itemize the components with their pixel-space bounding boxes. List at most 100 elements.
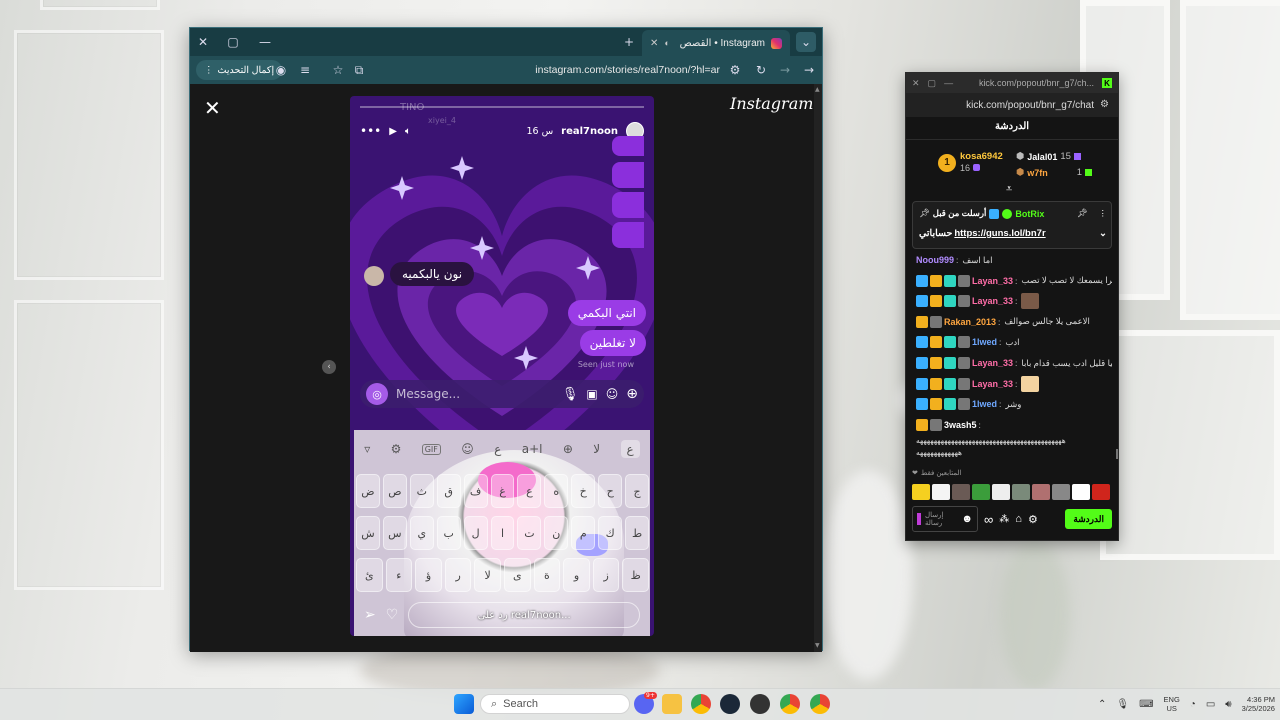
emote-icon[interactable] (972, 484, 990, 500)
tab-instagram[interactable]: ✕ ◐ القصص • Instagram (642, 30, 790, 56)
clock[interactable]: 4:36 PM 3/25/2026 (1242, 695, 1275, 713)
pinned-link[interactable]: https://guns.lol/bn7r (954, 228, 1097, 239)
keyboard-key[interactable]: ى (504, 558, 531, 592)
chevron-down-icon[interactable]: ⌄ (1099, 228, 1107, 239)
keyboard-key[interactable]: س (382, 516, 407, 550)
emote-icon[interactable] (1032, 484, 1050, 500)
new-tab-icon[interactable]: + (616, 32, 642, 52)
keyboard-key[interactable]: م (571, 516, 596, 550)
keyboard-key[interactable]: ي (409, 516, 434, 550)
more-icon[interactable]: ⋮ (1099, 208, 1108, 219)
collapse-icon[interactable]: ▿ (364, 442, 370, 456)
toolbar-key[interactable]: ﻻ (593, 442, 600, 456)
reply-input[interactable]: رد على real7noon... (408, 602, 640, 628)
image-icon[interactable]: ▣ (586, 387, 597, 401)
gif-key[interactable]: GIF (421, 443, 441, 455)
globe-icon[interactable]: ⊕ (563, 442, 573, 456)
camera-icon[interactable]: ◎ (366, 383, 388, 405)
keyboard-key[interactable]: ص (382, 474, 407, 508)
minimize-icon[interactable]: — (944, 78, 953, 88)
taskbar-search[interactable]: ⌕ Search (480, 694, 630, 714)
top-gifter-2[interactable]: ⬢ Jalal01 15 (1016, 151, 1081, 162)
keyboard-key[interactable]: ر (444, 558, 472, 592)
tab-audio-icon[interactable]: ◐ (664, 38, 669, 48)
keyboard-icon[interactable]: ⌨ (1139, 699, 1153, 710)
heart-icon[interactable]: ♡ (386, 607, 399, 623)
chat-username[interactable]: Layan_33 (972, 358, 1013, 368)
keyboard-key[interactable]: ب (436, 516, 461, 550)
keyboard-key[interactable]: ء (385, 558, 413, 592)
keyboard-key[interactable]: ق (436, 474, 461, 508)
keyboard-key[interactable]: ؤ (415, 558, 442, 592)
settings-icon[interactable]: ⚙ (1028, 513, 1038, 526)
chat-username[interactable]: Noou999 (916, 255, 954, 265)
emote-icon[interactable] (1092, 484, 1110, 500)
microphone-icon[interactable]: 🎙︎ (1116, 699, 1129, 710)
emote-icon[interactable] (992, 484, 1010, 500)
keyboard-key[interactable]: ه (544, 474, 569, 508)
volume-icon[interactable]: 🔈︎ (405, 126, 411, 137)
keyboard-key[interactable]: ح (598, 474, 623, 508)
keyboard-key[interactable]: ﻻ (474, 558, 501, 592)
top-gifter-3[interactable]: ⬢ w7fn 1 (1016, 167, 1092, 178)
emote-icon[interactable] (1012, 484, 1030, 500)
emote-icon[interactable] (1072, 484, 1090, 500)
start-icon[interactable] (454, 694, 474, 714)
keyboard-key[interactable]: ط (625, 516, 649, 550)
previous-story-icon[interactable]: ‹ (322, 360, 336, 374)
app-icon[interactable] (750, 694, 770, 714)
kick-address-bar[interactable]: kick.com/popout/bnr_g7/chat (906, 93, 1118, 117)
file-explorer-icon[interactable] (662, 694, 682, 714)
infinity-icon[interactable]: ∞ (984, 512, 993, 527)
keyboard-key[interactable]: ف (463, 474, 488, 508)
translate-key[interactable]: a+ا (522, 442, 543, 456)
keyboard-key[interactable]: ت (517, 516, 542, 550)
send-message-input[interactable]: إرسال رسالة ☻ (912, 506, 978, 532)
maximize-icon[interactable]: ▢ (928, 78, 937, 89)
keyboard-key[interactable]: ئ (356, 558, 383, 592)
chevron-up-icon[interactable]: ⌃ (1098, 699, 1106, 710)
pinned-by-user[interactable]: BotRix (1015, 209, 1073, 219)
emoji-icon[interactable]: ☺ (461, 442, 474, 456)
volume-icon[interactable]: 🔊︎ (1225, 699, 1231, 710)
emote-icon[interactable] (932, 484, 950, 500)
expand-leaderboard-icon[interactable]: ⩡ (1006, 183, 1012, 196)
microphone-icon[interactable]: 🎙︎ (562, 387, 579, 402)
send-icon[interactable]: ➢ (364, 607, 376, 623)
emote-icon[interactable] (912, 484, 930, 500)
minimize-icon[interactable]: — (252, 32, 278, 52)
language-key[interactable]: ع (620, 440, 640, 458)
keyboard-key[interactable]: غ (490, 474, 515, 508)
settings-icon[interactable]: ⚙ (391, 442, 402, 456)
tab-search-icon[interactable]: ⌄ (796, 32, 816, 52)
chat-username[interactable]: Layan_33 (972, 379, 1013, 389)
reading-list-icon[interactable]: ≡ (292, 60, 318, 80)
chat-button[interactable]: الدردشة (1065, 509, 1112, 529)
top-gifter-1[interactable]: 1 kosa6942 16 (938, 151, 1003, 174)
keyboard-key[interactable]: ل (463, 516, 488, 550)
emote-icon[interactable] (952, 484, 970, 500)
chat-username[interactable]: Layan_33 (972, 296, 1013, 306)
add-icon[interactable]: ⊕ (626, 386, 638, 402)
address-bar[interactable]: instagram.com/stories/real7noon/?hl=ar (350, 60, 720, 80)
keyboard-key[interactable]: ج (625, 474, 649, 508)
keyboard-key[interactable]: ظ (622, 558, 649, 592)
chat-username[interactable]: 3wash5 (944, 420, 977, 430)
chat-username[interactable]: 1lwed (972, 399, 997, 409)
keyboard-key[interactable]: خ (571, 474, 596, 508)
emoji-icon[interactable]: ☻ (961, 513, 973, 525)
message-input[interactable]: Message... (396, 387, 554, 401)
steam-icon[interactable] (720, 694, 740, 714)
scrollbar[interactable]: ▲ ▼ (814, 84, 822, 652)
close-window-icon[interactable]: ✕ (912, 78, 920, 89)
story-username[interactable]: real7noon (561, 126, 618, 137)
toolbar-key[interactable]: ع (494, 442, 501, 456)
unpin-icon[interactable]: 📌︎ (1077, 208, 1088, 219)
chrome-profile-icon[interactable] (780, 694, 800, 714)
keyboard-key[interactable]: ة (533, 558, 561, 592)
keyboard-key[interactable]: ز (592, 558, 620, 592)
close-window-icon[interactable]: ✕ (190, 32, 216, 52)
keyboard-key[interactable]: ض (356, 474, 380, 508)
dots-icon[interactable]: ⁂ (999, 514, 1009, 525)
keyboard-key[interactable]: ث (409, 474, 434, 508)
